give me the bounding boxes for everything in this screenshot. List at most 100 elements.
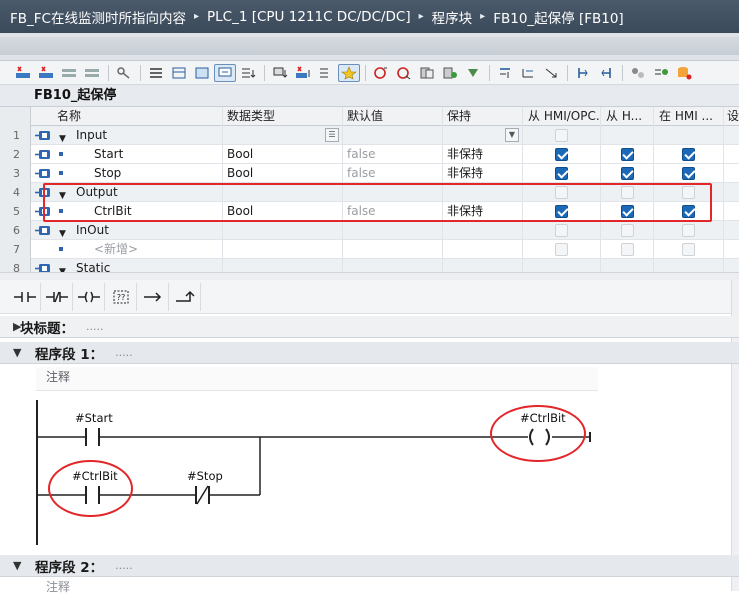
hmi-checkbox[interactable]: [620, 167, 634, 180]
name-cell[interactable]: Stop: [31, 164, 223, 183]
hmi-checkbox[interactable]: [620, 148, 634, 161]
move-row-icon[interactable]: [81, 64, 103, 82]
download-icon[interactable]: [237, 64, 259, 82]
default-value-cell[interactable]: [343, 183, 443, 202]
table-row[interactable]: 7 <新增>: [0, 240, 739, 259]
network-list-icon[interactable]: [315, 64, 337, 82]
default-value-cell[interactable]: [343, 240, 443, 259]
setpoint-cell[interactable]: [724, 240, 739, 259]
default-value-cell[interactable]: [343, 221, 443, 240]
name-cell[interactable]: <新增>: [31, 240, 223, 259]
retain-cell[interactable]: [443, 240, 523, 259]
operand-stop[interactable]: #Stop: [187, 469, 223, 483]
column-header-default[interactable]: 默认值: [343, 107, 443, 126]
datatype-cell[interactable]: Bool: [223, 202, 343, 221]
close-block-icon[interactable]: [517, 64, 539, 82]
setpoint-cell[interactable]: [724, 183, 739, 202]
hmi-checkbox[interactable]: [555, 224, 568, 237]
block-title-row[interactable]: ▶ 块标题： .....: [0, 316, 739, 338]
column-header-hmi-opc[interactable]: 从 HMI/OPC...: [523, 107, 601, 126]
network-1-comment[interactable]: 注释: [36, 367, 598, 391]
retain-dropdown-icon[interactable]: ▼: [505, 128, 519, 142]
name-cell[interactable]: ▼ InOut: [31, 221, 223, 240]
hmi-checkbox[interactable]: [555, 167, 568, 180]
insert-row-icon[interactable]: [12, 64, 34, 82]
network-2-title[interactable]: .....: [115, 559, 132, 572]
monitor-icon[interactable]: [269, 64, 291, 82]
cross-reference-icon[interactable]: [627, 64, 649, 82]
network-2-header[interactable]: ▼ 程序段 2： .....: [0, 555, 739, 577]
retain-cell[interactable]: 非保持: [443, 202, 523, 221]
grid-view-icon[interactable]: [191, 64, 213, 82]
column-header-hmi-visible[interactable]: 在 HMI ...: [654, 107, 724, 126]
setpoint-cell[interactable]: [724, 164, 739, 183]
breadcrumb-plc[interactable]: PLC_1 [CPU 1211C DC/DC/DC]: [207, 9, 411, 25]
empty-box-icon[interactable]: ??: [106, 282, 137, 311]
table-row[interactable]: 5 CtrlBit Bool false 非保持: [0, 202, 739, 221]
hmi-checkbox[interactable]: [620, 243, 634, 256]
network-1-title[interactable]: .....: [115, 346, 132, 359]
retain-cell[interactable]: 非保持: [443, 164, 523, 183]
call-hierarchy-icon[interactable]: [572, 64, 594, 82]
datatype-cell[interactable]: Bool: [223, 145, 343, 164]
name-cell[interactable]: Start: [31, 145, 223, 164]
column-header-name[interactable]: 名称: [31, 107, 223, 126]
normally-closed-contact-icon[interactable]: [42, 282, 73, 311]
return-icon[interactable]: [595, 64, 617, 82]
monitor-values-icon[interactable]: [439, 64, 461, 82]
retain-cell[interactable]: [443, 183, 523, 202]
column-header-retain[interactable]: 保持: [443, 107, 523, 126]
compare-icon[interactable]: [416, 64, 438, 82]
go-offline-icon[interactable]: [393, 64, 415, 82]
breadcrumb-program-blocks[interactable]: 程序块: [432, 7, 473, 27]
default-value-cell[interactable]: false: [343, 164, 443, 183]
column-header-datatype[interactable]: 数据类型: [223, 107, 343, 126]
output-coil-icon[interactable]: [74, 282, 105, 311]
hmi-checkbox[interactable]: [620, 224, 634, 237]
retain-cell[interactable]: 非保持: [443, 145, 523, 164]
datatype-cell[interactable]: Bool: [223, 164, 343, 183]
setpoint-cell[interactable]: [724, 221, 739, 240]
retain-cell[interactable]: [443, 259, 523, 272]
collapse-arrow-icon[interactable]: ▼: [59, 130, 66, 145]
comment-view-icon[interactable]: [214, 63, 236, 82]
breadcrumb-block[interactable]: FB10_起保停 [FB10]: [493, 7, 624, 27]
datatype-cell[interactable]: [223, 183, 343, 202]
table-row[interactable]: 3 Stop Bool false 非保持: [0, 164, 739, 183]
close-branch-icon[interactable]: [170, 282, 201, 311]
hmi-checkbox[interactable]: [555, 148, 568, 161]
name-cell[interactable]: ▼ Input: [31, 126, 223, 145]
default-value-cell[interactable]: [343, 259, 443, 272]
hmi-checkbox[interactable]: [682, 224, 695, 237]
table-row[interactable]: 2 Start Bool false 非保持: [0, 145, 739, 164]
datatype-cell[interactable]: [223, 240, 343, 259]
interface-horizontal-scrollbar[interactable]: [0, 272, 739, 280]
open-branch-icon[interactable]: [138, 282, 169, 311]
hmi-checkbox[interactable]: [682, 186, 695, 199]
delete-row-icon[interactable]: [58, 64, 80, 82]
operand-ctrlbit-contact[interactable]: #CtrlBit: [72, 469, 118, 483]
breadcrumb-project[interactable]: FB_FC在线监测时所指向内容: [10, 7, 186, 27]
hmi-checkbox[interactable]: [555, 243, 568, 256]
name-cell[interactable]: ▼ Static: [31, 259, 223, 272]
setpoint-cell[interactable]: [724, 259, 739, 272]
datatype-cell[interactable]: [223, 221, 343, 240]
setpoint-cell[interactable]: [724, 126, 739, 145]
modify-icon[interactable]: [462, 64, 484, 82]
list-view-icon[interactable]: [145, 64, 167, 82]
add-row-icon[interactable]: [35, 64, 57, 82]
hmi-checkbox[interactable]: [620, 186, 634, 199]
table-view-icon[interactable]: [168, 64, 190, 82]
normally-open-contact-icon[interactable]: [10, 282, 41, 311]
name-cell[interactable]: CtrlBit: [31, 202, 223, 221]
setpoint-cell[interactable]: [724, 145, 739, 164]
hmi-checkbox[interactable]: [555, 186, 568, 199]
default-value-cell[interactable]: false: [343, 202, 443, 221]
network-2-comment[interactable]: 注释: [36, 580, 598, 594]
key-icon[interactable]: [113, 64, 135, 82]
collapse-arrow-icon[interactable]: ▼: [59, 263, 66, 272]
insert-network-icon[interactable]: [292, 64, 314, 82]
default-value-cell[interactable]: false: [343, 145, 443, 164]
block-title-value[interactable]: .....: [86, 320, 103, 333]
jump-icon[interactable]: [540, 64, 562, 82]
